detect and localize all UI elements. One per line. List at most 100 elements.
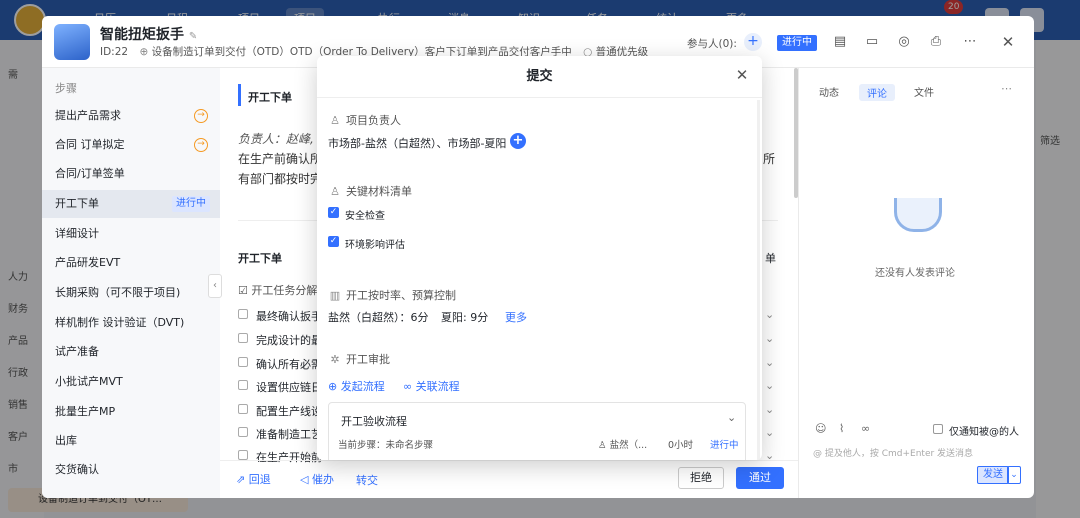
step-item[interactable]: 小批试产MVT (42, 368, 220, 396)
submit-dialog: 提交 ✕ ♙ 项目负责人 市场部-盐然（白超然）、市场部-夏阳 + ♙ 关键材料清单… (317, 56, 762, 460)
more-icon[interactable]: ⋯ (1001, 82, 1012, 95)
task-checkbox[interactable] (238, 380, 248, 390)
urge-button[interactable]: ◁ 催办 (300, 471, 334, 487)
user-icon[interactable]: ◎ (896, 34, 912, 50)
print-icon[interactable]: ⎙ (928, 34, 944, 50)
chevron-down-icon[interactable]: ⌄ (765, 403, 774, 416)
user-icon: ♙ (330, 114, 340, 127)
document-icon[interactable]: ▤ (832, 34, 848, 50)
comments-panel: 动态 评论 文件 ⋯ 还没有人发表评论 仅通知被@的人 ☺ ⌇ ∞ @ 提及他人… (798, 68, 1034, 498)
task-label: 设置供应链日 (256, 381, 322, 394)
start-flow-button[interactable]: ⊕ 发起流程 (328, 378, 385, 394)
more-link[interactable]: 更多 (505, 309, 527, 325)
step-item[interactable]: 试产准备 (42, 338, 220, 366)
notify-checkbox[interactable] (933, 424, 943, 434)
flow-hours: 0小时 (668, 440, 694, 451)
section-title: 开工下单 (238, 252, 282, 265)
task-label: 在生产开始前 (256, 451, 322, 464)
tab-files[interactable]: 文件 (914, 84, 934, 99)
steps-label: 步骤 (55, 82, 77, 95)
step-item[interactable]: 合同 订单拟定 → (42, 131, 220, 159)
chevron-down-icon[interactable]: ⌄ (765, 356, 774, 369)
edit-icon[interactable]: ✎ (189, 31, 197, 42)
step-item[interactable]: 详细设计 (42, 220, 220, 248)
arrow-right-icon: → (194, 109, 208, 123)
task-checkbox[interactable] (238, 357, 248, 367)
link-icon[interactable]: ∞ (861, 422, 870, 435)
close-icon[interactable]: ✕ (1000, 34, 1016, 50)
rate-section-label: ▥ 开工按时率、预算控制 (329, 289, 456, 302)
reject-button[interactable]: 拒绝 (678, 467, 724, 489)
material-checkbox[interactable]: ✓ (328, 236, 339, 247)
user-group-icon: ♙ (330, 185, 340, 198)
materials-section-label: ♙ 关键材料清单 (330, 185, 412, 198)
material-checkbox[interactable]: ✓ (328, 207, 339, 218)
chevron-down-icon[interactable]: ⌄ (727, 411, 736, 424)
material-label: 安全检查 (345, 211, 385, 222)
task-label: 准备制造工艺 (256, 428, 322, 441)
back-button[interactable]: ⇗ 回退 (236, 471, 271, 487)
emoji-icon[interactable]: ☺ (815, 422, 826, 435)
add-owner-button[interactable]: + (510, 133, 526, 149)
task-checkbox[interactable] (238, 450, 248, 460)
flow-status: 进行中 (710, 440, 739, 451)
step-item[interactable]: 提出产品需求 → (42, 102, 220, 130)
step-item-active[interactable]: 开工下单 进行中 (42, 190, 220, 218)
task-checkbox[interactable] (238, 404, 248, 414)
task-title[interactable]: 智能扭矩扳手 ✎ (100, 24, 197, 44)
step-item[interactable]: 产品研发EVT (42, 249, 220, 277)
chevron-down-icon[interactable]: ⌄ (765, 426, 774, 439)
folder-icon[interactable]: ▭ (864, 34, 880, 50)
stage-description: 有部门都按时完 (238, 172, 323, 186)
send-options-button[interactable]: ⌄ (1007, 466, 1021, 484)
step-item[interactable]: 合同/订单签单 (42, 160, 220, 188)
tab-comments[interactable]: 评论 (859, 84, 895, 101)
step-item[interactable]: 批量生产MP (42, 398, 220, 426)
tab-activity[interactable]: 动态 (819, 84, 839, 99)
stage-title-bar (238, 84, 241, 106)
step-item[interactable]: 出库 (42, 427, 220, 455)
plus-circle-icon: ⊕ (328, 380, 338, 393)
score-owner-2: 夏阳: 9分 (441, 311, 489, 324)
status-badge[interactable]: 进行中 (777, 35, 817, 51)
arrow-right-icon: → (194, 138, 208, 152)
checklist-icon: ☑ (238, 284, 248, 297)
step-item[interactable]: 交货确认 (42, 456, 220, 484)
participants-label: 参与人(0): (687, 38, 737, 50)
link-flow-button[interactable]: ∞ 关联流程 (403, 378, 460, 394)
chevron-down-icon[interactable]: ⌄ (765, 379, 774, 392)
close-icon[interactable]: ✕ (735, 68, 749, 83)
task-checkbox[interactable] (238, 309, 248, 319)
comment-input[interactable]: @ 提及他人，按 Cmd+Enter 发送消息 (813, 446, 973, 459)
pass-button[interactable]: 通过 (736, 467, 784, 489)
dialog-scrollbar[interactable] (757, 100, 760, 460)
dialog-title: 提交 (317, 56, 762, 98)
empty-coffee-icon (894, 198, 942, 232)
task-checkbox[interactable] (238, 427, 248, 437)
stage-owner: 负责人：赵峰, (238, 132, 314, 146)
flow-name: 开工验收流程 (341, 415, 407, 428)
user-icon: ♙ (598, 440, 607, 451)
send-icon: ◁ (300, 473, 309, 486)
task-checkbox[interactable] (238, 333, 248, 343)
send-button[interactable]: 发送 (977, 466, 1009, 484)
step-item[interactable]: 样机制作 设计验证（DVT) (42, 309, 220, 337)
bar-chart-icon: ▥ (329, 289, 341, 302)
score-owner-1: 盐然（白超然）：6分 (328, 311, 429, 324)
more-icon[interactable]: ⋯ (962, 34, 978, 50)
tasks-header: ☑ 开工任务分解 (238, 284, 318, 297)
task-id: ID:22 (100, 46, 129, 58)
footer-divider (220, 460, 798, 461)
step-item[interactable]: 长期采购（可不限于项目) (42, 279, 220, 307)
task-label: 完成设计的最 (256, 334, 322, 347)
approval-icon: ✲ (330, 353, 340, 366)
chevron-down-icon[interactable]: ⌄ (765, 308, 774, 321)
attachment-icon[interactable]: ⌇ (839, 422, 844, 435)
flow-card[interactable]: 开工验收流程 ⌄ 当前步骤：未命名步骤 ♙ 盐然（... 0小时 进行中 (328, 402, 746, 460)
add-participant-button[interactable]: + (744, 33, 762, 51)
transfer-button[interactable]: 转交 (356, 472, 378, 488)
owner-list: 市场部-盐然（白超然）、市场部-夏阳 (328, 137, 507, 150)
chevron-down-icon[interactable]: ⌄ (765, 332, 774, 345)
empty-comments-text: 还没有人发表评论 (875, 268, 955, 279)
breadcrumb-icon: ⊕ (139, 46, 149, 58)
